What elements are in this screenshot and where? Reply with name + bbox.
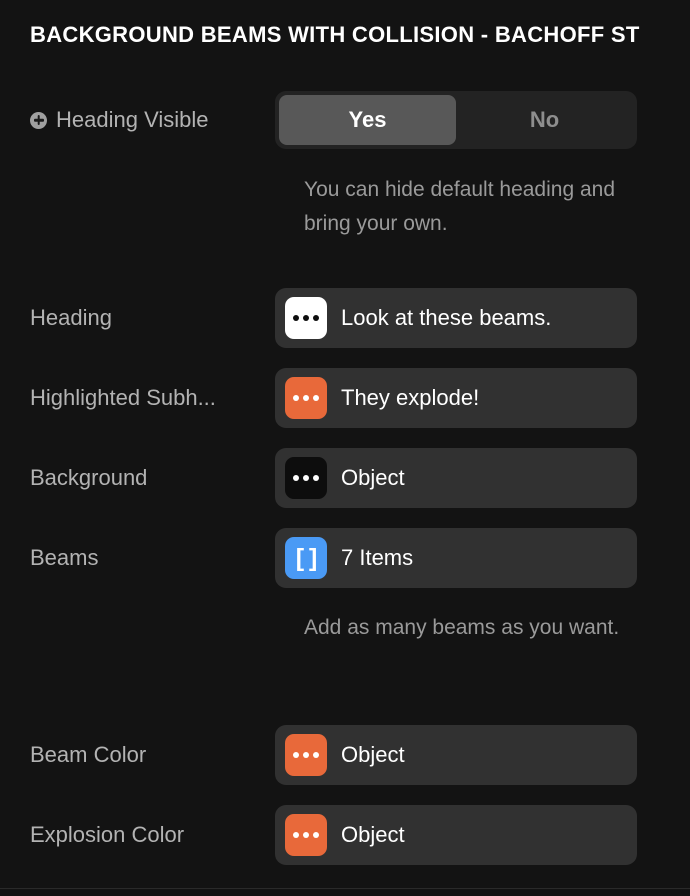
property-label-text: Beam Color [30,742,147,767]
helper-text-heading-visible: You can hide default heading and bring y… [304,178,616,235]
property-row-beam-color: Beam Color Object [0,725,690,785]
background-value-text: Object [341,465,405,490]
ellipsis-icon [285,377,327,419]
toggle-option-yes[interactable]: Yes [279,95,456,145]
heading-visible-segmented-control[interactable]: Yes No [275,91,637,149]
background-value-field[interactable]: Object [275,448,637,508]
ellipsis-icon [285,814,327,856]
heading-value-text: Look at these beams. [341,305,552,330]
beams-value-field[interactable]: [ ] 7 Items [275,528,637,588]
property-row-heading-visible: Heading Visible Yes No [0,91,690,149]
property-control-explosion-color: Object [275,805,637,865]
property-control-beams: [ ] 7 Items [275,528,637,588]
highlighted-subheading-value-field[interactable]: They explode! [275,368,637,428]
property-label-heading-visible: Heading Visible [0,91,275,149]
helper-text-beams: Add as many beams as you want. [304,616,620,639]
property-control-heading: Look at these beams. [275,288,637,348]
property-label-highlighted-subheading: Highlighted Subh... [0,368,275,428]
property-row-explosion-color: Explosion Color Object [0,805,690,865]
ellipsis-icon [285,297,327,339]
property-label-text: Beams [30,545,99,570]
panel-title: BACKGROUND BEAMS WITH COLLISION - BACHOF… [30,22,640,47]
explosion-color-value-field[interactable]: Object [275,805,637,865]
panel-bottom-divider [0,888,690,889]
toggle-option-no[interactable]: No [456,95,633,145]
property-label-text: Heading Visible [56,107,209,132]
property-row-heading: Heading Look at these beams. [0,288,690,348]
property-label-text: Heading [30,305,112,330]
panel-titlebar: BACKGROUND BEAMS WITH COLLISION - BACHOF… [0,0,690,70]
property-label-background: Background [0,448,275,508]
property-control-background: Object [275,448,637,508]
property-label-beams: Beams [0,528,275,588]
property-label-text: Highlighted Subh... [30,385,216,410]
property-control-heading-visible: Yes No [275,91,637,149]
beams-value-text: 7 Items [341,545,414,570]
property-row-background: Background Object [0,448,690,508]
explosion-color-value-text: Object [341,822,405,847]
property-row-highlighted-subheading: Highlighted Subh... They explode! [0,368,690,428]
beam-color-value-field[interactable]: Object [275,725,637,785]
property-label-beam-color: Beam Color [0,725,275,785]
beam-color-value-text: Object [341,742,405,767]
heading-value-field[interactable]: Look at these beams. [275,288,637,348]
brackets-icon: [ ] [285,537,327,579]
property-control-highlighted-subheading: They explode! [275,368,637,428]
brackets-glyph: [ ] [295,543,318,572]
add-circle-icon[interactable] [30,111,47,129]
property-label-text: Background [30,465,148,490]
property-control-beam-color: Object [275,725,637,785]
ellipsis-icon [285,457,327,499]
property-label-explosion-color: Explosion Color [0,805,275,865]
property-row-beams: Beams [ ] 7 Items [0,528,690,588]
property-label-heading: Heading [0,288,275,348]
properties-panel: BACKGROUND BEAMS WITH COLLISION - BACHOF… [0,0,690,896]
ellipsis-icon [285,734,327,776]
property-label-text: Explosion Color [30,822,185,847]
highlighted-subheading-value-text: They explode! [341,385,480,410]
